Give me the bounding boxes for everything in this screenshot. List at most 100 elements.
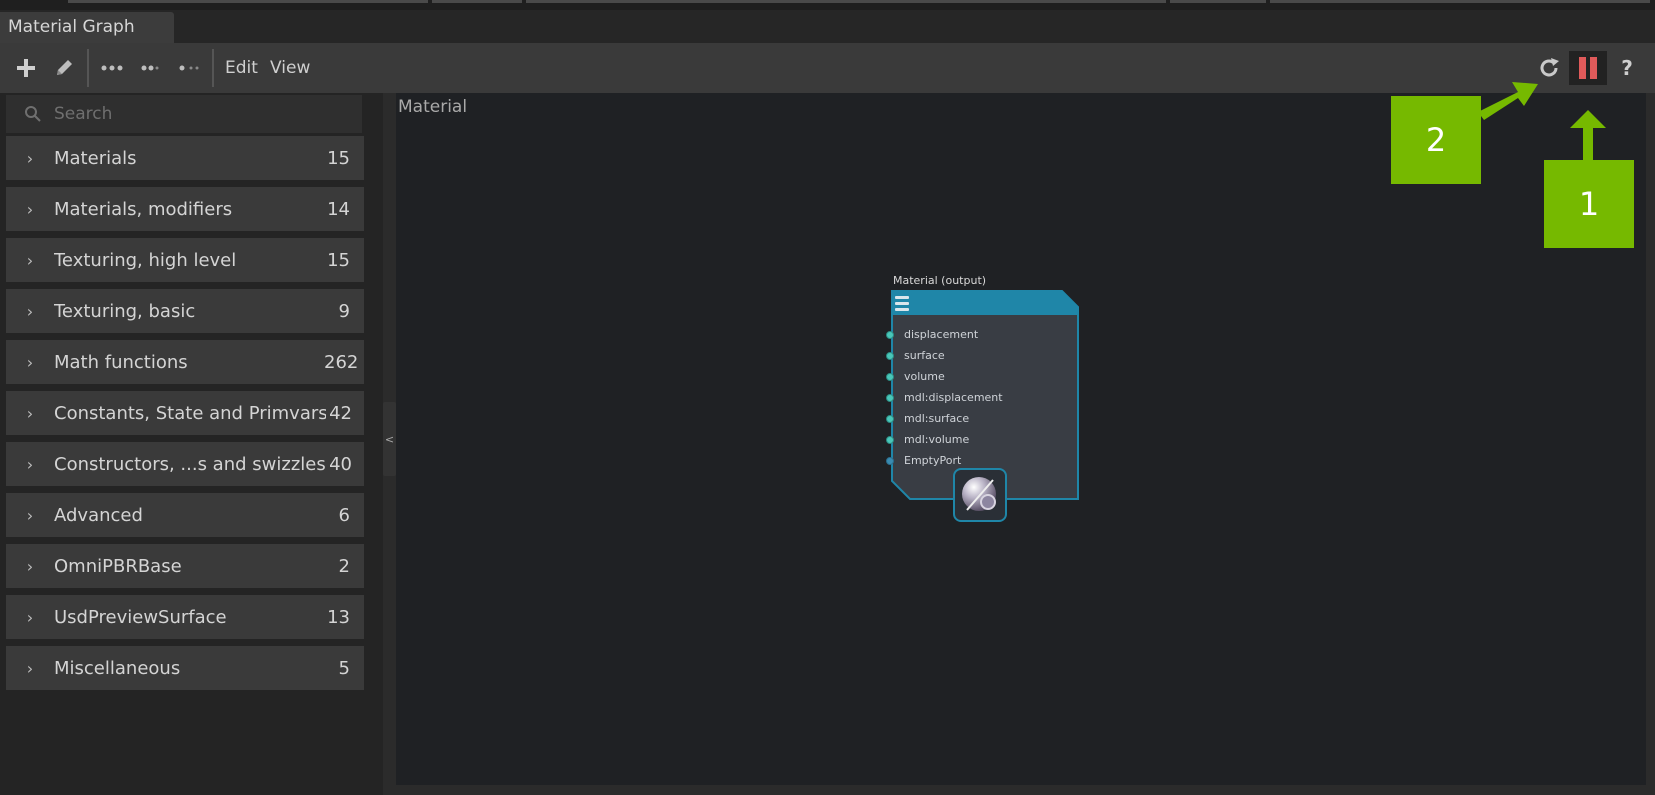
chevron-right-icon[interactable]: › [6,659,54,678]
category-label: Advanced [54,504,143,526]
port-label: mdl:displacement [904,391,1003,404]
collapse-panel-handle[interactable]: < [383,402,396,476]
pencil-icon [57,60,72,75]
toolbar-separator [87,49,89,87]
refresh-icon [1540,58,1559,77]
category-label: Constants, State and Primvars [54,402,326,424]
category-label: OmniPBRBase [54,555,182,577]
category-label: Materials, modifiers [54,198,233,220]
port-label: surface [904,349,945,362]
refresh-button[interactable] [1532,51,1566,85]
category-row[interactable]: › Math functions 262 [6,340,364,384]
port-connector[interactable] [886,435,894,444]
top-strip-segment [1270,0,1650,3]
node-library-panel: › Materials 15 › Materials, modifiers 14… [0,93,383,795]
layout-compact-button[interactable] [138,51,162,85]
category-count: 40 [329,453,352,475]
port-connector[interactable] [886,372,894,381]
port-connector[interactable] [886,456,894,465]
category-row[interactable]: › OmniPBRBase 2 [6,544,364,588]
port-label: mdl:volume [904,433,970,446]
input-port[interactable]: surface [886,345,945,366]
chevron-right-icon[interactable]: › [6,608,54,627]
category-row[interactable]: › Materials, modifiers 14 [6,187,364,231]
tab-material-graph[interactable]: Material Graph [0,12,174,43]
pause-button[interactable] [1569,51,1607,85]
category-count: 42 [329,402,352,424]
add-button[interactable] [10,51,42,85]
category-count: 13 [327,606,350,628]
category-label: Texturing, high level [54,249,237,271]
category-row[interactable]: › Constructors, ...s and swizzles 40 [6,442,364,486]
graph-title: Material [398,97,468,117]
category-count: 14 [327,198,350,220]
node-menu-icon[interactable] [894,294,910,312]
chevron-right-icon[interactable]: › [6,557,54,576]
window-top-strip [0,0,1655,10]
category-row[interactable]: › Materials 15 [6,136,364,180]
input-port[interactable]: mdl:volume [886,429,970,450]
layout-collapsed-button[interactable] [176,51,202,85]
search-box[interactable] [6,95,362,133]
category-row[interactable]: › UsdPreviewSurface 13 [6,595,364,639]
category-count: 2 [338,555,350,577]
category-label: Math functions [54,351,188,373]
input-port[interactable]: mdl:surface [886,408,970,429]
graph-canvas[interactable]: Material Material (output) displacement … [396,93,1646,785]
port-connector[interactable] [886,414,894,423]
category-label: Materials [54,147,137,169]
toolbar-separator [212,49,214,87]
chevron-right-icon[interactable]: › [6,200,54,219]
port-label: mdl:surface [904,412,970,425]
category-label: Constructors, ...s and swizzles [54,453,326,475]
top-strip-segment [1170,0,1266,3]
port-label: EmptyPort [904,454,962,467]
category-row[interactable]: › Miscellaneous 5 [6,646,364,690]
category-row[interactable]: › Texturing, basic 9 [6,289,364,333]
category-row[interactable]: › Advanced 6 [6,493,364,537]
dots-horizontal-icon [101,65,123,71]
port-connector[interactable] [886,351,894,360]
layout-expanded-button[interactable] [98,51,126,85]
port-label: displacement [904,328,979,341]
chevron-right-icon[interactable]: › [6,302,54,321]
node-title: Material (output) [893,274,987,287]
edit-button[interactable] [48,51,80,85]
chevron-right-icon[interactable]: › [6,404,54,423]
top-strip-segment [68,0,428,3]
category-count: 15 [327,147,350,169]
top-strip-segment [526,0,1166,3]
help-button[interactable]: ? [1612,51,1642,85]
menu-edit[interactable]: Edit [225,58,258,78]
pause-icon [1579,57,1597,79]
input-port[interactable]: EmptyPort [886,450,962,471]
menu-view[interactable]: View [270,58,310,78]
search-icon [25,106,41,122]
material-output-node[interactable]: displacement surface volume mdl:displace… [886,289,1080,522]
port-connector[interactable] [886,393,894,402]
category-label: UsdPreviewSurface [54,606,227,628]
category-label: Texturing, basic [54,300,196,322]
port-connector[interactable] [886,330,894,339]
annotation-badge-2: 2 [1391,96,1481,184]
chevron-right-icon[interactable]: › [6,455,54,474]
input-port[interactable]: mdl:displacement [886,387,1003,408]
chevron-right-icon[interactable]: › [6,353,54,372]
chevron-right-icon[interactable]: › [6,251,54,270]
material-preview-icon [953,468,1007,522]
dots-collapsed-icon [179,65,199,71]
input-port[interactable]: displacement [886,324,979,345]
chevron-right-icon[interactable]: › [6,149,54,168]
input-port[interactable]: volume [886,366,945,387]
category-row[interactable]: › Texturing, high level 15 [6,238,364,282]
category-count: 6 [338,504,350,526]
category-row[interactable]: › Constants, State and Primvars 42 [6,391,364,435]
category-count: 9 [338,300,350,322]
chevron-right-icon[interactable]: › [6,506,54,525]
toolbar: Edit View ? [0,43,1655,93]
category-label: Miscellaneous [54,657,181,679]
search-input[interactable] [54,104,334,124]
category-count: 5 [338,657,350,679]
annotation-badge-1: 1 [1544,160,1634,248]
tab-bar: Material Graph [0,10,1655,43]
